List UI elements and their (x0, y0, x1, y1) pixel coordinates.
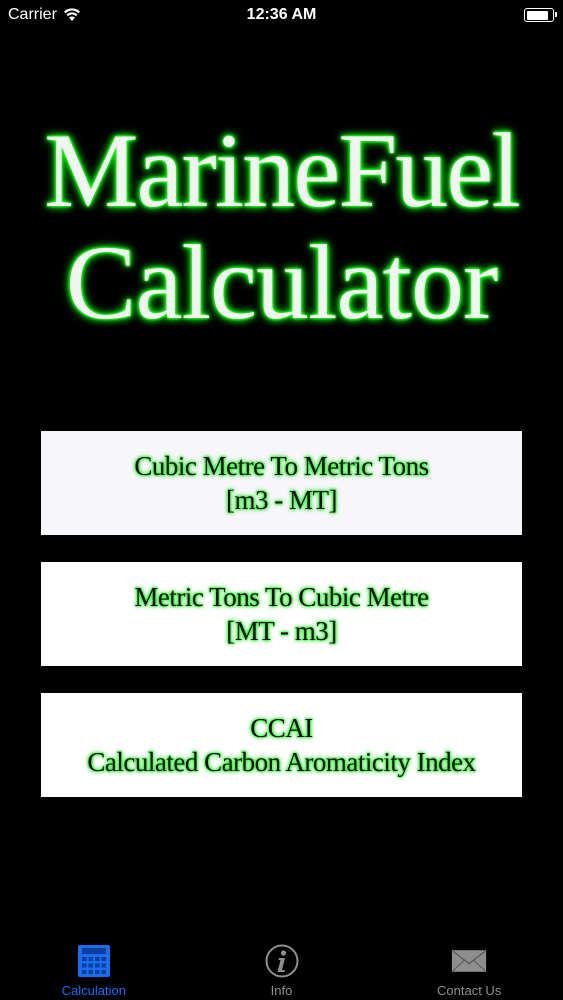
battery-icon (524, 8, 557, 22)
envelope-icon (451, 943, 487, 979)
tab-info[interactable]: Info (188, 935, 376, 1000)
m3-to-mt-title: Cubic Metre To Metric Tons (134, 451, 429, 481)
mt-to-m3-subtitle: [MT - m3] (226, 616, 337, 646)
tab-contact-us-label: Contact Us (437, 983, 502, 998)
status-time: 12:36 AM (246, 6, 317, 23)
mt-to-m3-title: Metric Tons To Cubic Metre (134, 582, 429, 612)
app-title-line-1: MarineFuel (44, 112, 521, 229)
m3-to-mt-subtitle: [m3 - MT] (226, 485, 337, 515)
info-icon (264, 943, 300, 979)
ccai-title: CCAI (250, 713, 313, 743)
mt-to-m3-button[interactable]: Metric Tons To Cubic Metre [MT - m3] (41, 562, 522, 666)
tab-bar: Calculation Info Contact Us (0, 935, 563, 1000)
tab-info-label: Info (270, 983, 293, 998)
ccai-button[interactable]: CCAI Calculated Carbon Aromaticity Index (41, 693, 522, 797)
tab-calculation[interactable]: Calculation (0, 935, 188, 1000)
tab-contact-us[interactable]: Contact Us (375, 935, 563, 1000)
status-bar: Carrier 12:36 AM (0, 0, 563, 30)
calculator-icon (76, 943, 112, 979)
m3-to-mt-button[interactable]: Cubic Metre To Metric Tons [m3 - MT] (41, 431, 522, 535)
app-title-line-2: Calculator (65, 224, 499, 341)
tab-calculation-label: Calculation (61, 983, 126, 998)
battery-fill (526, 10, 548, 20)
ccai-subtitle: Calculated Carbon Aromaticity Index (87, 747, 476, 777)
